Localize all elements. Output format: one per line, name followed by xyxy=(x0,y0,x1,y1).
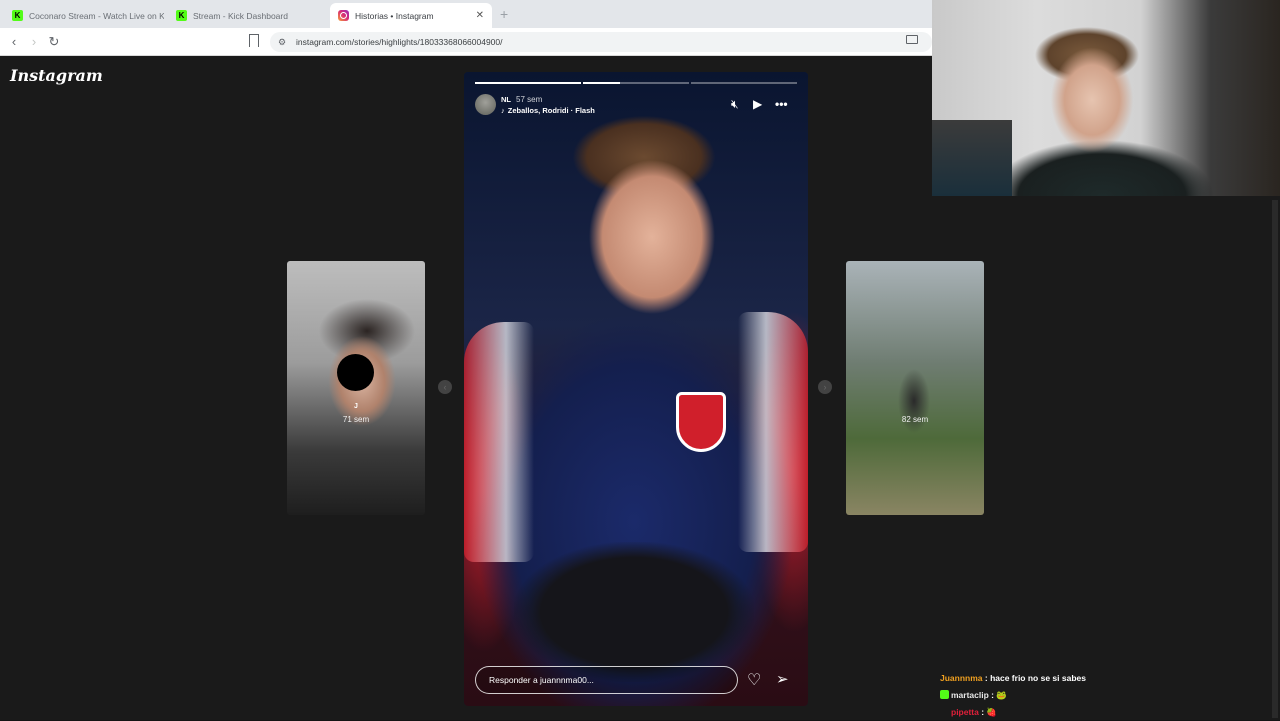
avatar[interactable] xyxy=(475,94,496,115)
story-username[interactable]: NL xyxy=(501,95,511,104)
progress-segment xyxy=(691,82,797,84)
progress-segment xyxy=(583,82,689,84)
tab-kick-dashboard[interactable]: K Stream - Kick Dashboard xyxy=(168,3,328,28)
prev-story-user: J xyxy=(354,403,358,410)
like-heart-icon[interactable]: ♡ xyxy=(747,670,761,690)
stream-chat: Juannnma : hace frio no se si sabes marta… xyxy=(940,670,1270,721)
story-image-detail xyxy=(514,542,754,682)
webcam-overlay xyxy=(932,0,1280,196)
kick-icon: K xyxy=(12,10,23,21)
previous-arrow-icon[interactable]: ‹ xyxy=(438,380,452,394)
site-info-icon[interactable]: ⚙ xyxy=(278,37,288,47)
reply-input[interactable]: Responder a juannnma00... xyxy=(475,666,738,694)
progress-segment xyxy=(475,82,581,84)
next-story-time: 82 sem xyxy=(901,415,929,424)
tab-title: Coconaro Stream - Watch Live on K... xyxy=(29,10,164,21)
chat-message: pipetta : 🍓 xyxy=(940,704,1270,721)
scrollbar[interactable] xyxy=(1272,200,1278,718)
chat-badge-icon xyxy=(940,690,949,699)
music-label: Zeballos, Rodridi · Flash xyxy=(507,106,595,115)
tab-title: Stream - Kick Dashboard xyxy=(193,10,288,21)
chat-badge-icon xyxy=(940,707,949,716)
chat-username[interactable]: pipetta xyxy=(951,707,979,717)
story-header: NL 57 sem ♪ Zeballos, Rodridi · Flash 🔇︎ … xyxy=(475,94,797,116)
back-icon[interactable]: ‹ xyxy=(5,33,23,51)
new-tab-button[interactable]: + xyxy=(500,6,508,22)
story-image-detail xyxy=(738,312,808,552)
chat-text: : 🍓 xyxy=(978,707,998,717)
webcam-background xyxy=(932,120,1012,196)
chat-text: : hace frio no se si sabes xyxy=(982,673,1086,683)
instagram-icon xyxy=(338,10,349,21)
chat-text: : 🐸 xyxy=(988,690,1007,700)
kick-icon: K xyxy=(176,10,187,21)
chat-message: Juannnma : hace frio no se si sabes xyxy=(940,670,1270,687)
tab-instagram-stories[interactable]: Historias • Instagram ✕ xyxy=(330,3,492,28)
previous-story-preview[interactable]: J 71 sem xyxy=(287,261,425,515)
play-icon[interactable]: ▶ xyxy=(753,97,762,111)
send-icon[interactable]: ➢ xyxy=(776,670,789,688)
address-bar[interactable]: ⚙ instagram.com/stories/highlights/18033… xyxy=(270,32,932,52)
cast-icon[interactable] xyxy=(906,35,918,44)
mute-icon[interactable]: 🔇︎ xyxy=(731,97,739,112)
story-time: 57 sem xyxy=(516,95,543,104)
forward-icon[interactable]: › xyxy=(25,33,43,51)
chat-message: martaclip : 🐸 xyxy=(940,687,1270,704)
reload-icon[interactable]: ↻ xyxy=(45,33,63,51)
instagram-logo[interactable]: Instagram xyxy=(10,66,103,85)
story-viewer[interactable]: NL 57 sem ♪ Zeballos, Rodridi · Flash 🔇︎ … xyxy=(464,72,808,706)
tab-coconaro-stream[interactable]: K Coconaro Stream - Watch Live on K... xyxy=(4,3,164,28)
prev-story-avatar xyxy=(337,354,374,391)
next-story-preview[interactable]: 82 sem xyxy=(846,261,984,515)
story-music[interactable]: ♪ Zeballos, Rodridi · Flash xyxy=(501,106,595,115)
chat-username[interactable]: Juannnma xyxy=(940,673,983,683)
close-icon[interactable]: ✕ xyxy=(476,10,484,21)
prev-story-time: 71 sem xyxy=(342,415,370,424)
more-options-icon[interactable]: ••• xyxy=(775,97,788,111)
browser-tab-strip: K Coconaro Stream - Watch Live on K... K… xyxy=(0,0,932,28)
story-progress-bar xyxy=(475,82,797,84)
bookmark-icon[interactable] xyxy=(249,34,259,47)
browser-toolbar: ‹ › ↻ ⚙ instagram.com/stories/highlights… xyxy=(0,28,932,56)
music-icon: ♪ xyxy=(501,106,505,115)
chat-username[interactable]: martaclip xyxy=(951,690,989,700)
next-arrow-icon[interactable]: › xyxy=(818,380,832,394)
jersey-crest xyxy=(676,392,726,452)
tab-title: Historias • Instagram xyxy=(355,10,434,21)
address-text: instagram.com/stories/highlights/1803336… xyxy=(296,37,503,47)
story-image-detail xyxy=(464,322,534,562)
